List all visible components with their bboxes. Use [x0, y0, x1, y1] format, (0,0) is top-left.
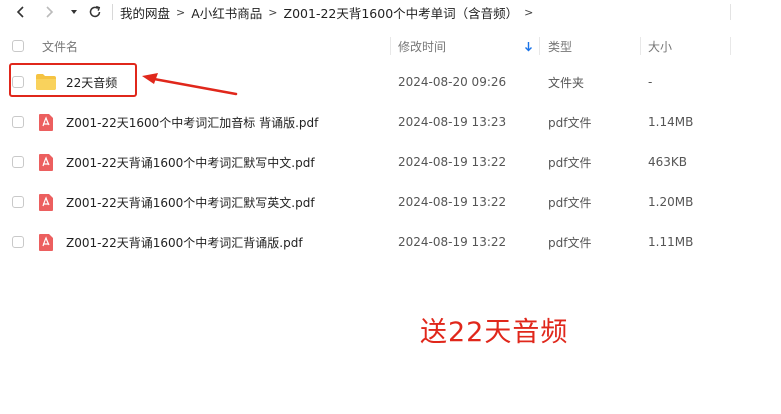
forward-button[interactable] [40, 3, 58, 21]
modified-date: 2024-08-19 13:22 [398, 195, 507, 209]
file-size: 463KB [648, 155, 688, 169]
annotation-arrow-icon [142, 73, 238, 96]
select-all-checkbox[interactable] [12, 32, 24, 60]
modified-date: 2024-08-19 13:22 [398, 155, 507, 169]
table-row[interactable]: Z001-22天背诵1600个中考词汇默写中文.pdf 2024-08-19 1… [0, 143, 781, 181]
header-modified[interactable]: 修改时间 [398, 32, 446, 60]
table-row[interactable]: Z001-22天背诵1600个中考词汇背诵版.pdf 2024-08-19 13… [0, 223, 781, 261]
file-type: pdf文件 [548, 195, 592, 210]
pdf-icon [38, 223, 54, 261]
file-size: 1.20MB [648, 195, 694, 209]
file-name[interactable]: Z001-22天背诵1600个中考词汇默写中文.pdf [66, 143, 315, 181]
file-size: 1.11MB [648, 235, 694, 249]
history-dropdown-button[interactable] [65, 3, 83, 21]
column-divider [640, 37, 641, 55]
back-button[interactable] [12, 3, 30, 21]
file-name[interactable]: Z001-22天1600个中考词汇加音标 背诵版.pdf [66, 103, 318, 141]
column-divider [390, 37, 391, 55]
chevron-right-icon: > [176, 5, 186, 19]
table-row[interactable]: Z001-22天背诵1600个中考词汇默写英文.pdf 2024-08-19 1… [0, 183, 781, 221]
pdf-icon [38, 183, 54, 221]
row-checkbox[interactable] [12, 143, 24, 181]
header-size[interactable]: 大小 [648, 32, 672, 60]
header-type[interactable]: 类型 [548, 32, 572, 60]
caret-down-icon [71, 10, 77, 14]
annotation-highlight-box [9, 63, 137, 97]
file-type: pdf文件 [548, 235, 592, 250]
table-header: 文件名 修改时间 类型 大小 [0, 32, 781, 60]
breadcrumb-item-folder[interactable]: A小红书商品 [191, 3, 262, 22]
file-name[interactable]: Z001-22天背诵1600个中考词汇默写英文.pdf [66, 183, 315, 221]
file-name[interactable]: Z001-22天背诵1600个中考词汇背诵版.pdf [66, 223, 303, 261]
file-type: pdf文件 [548, 155, 592, 170]
toolbar-divider [730, 4, 731, 20]
column-divider [539, 37, 540, 55]
file-size: 1.14MB [648, 115, 694, 129]
promo-annotation-text: 送22天音频 [420, 317, 569, 348]
breadcrumb-item-current[interactable]: Z001-22天背1600个中考单词（含音频） [284, 3, 519, 22]
pdf-icon [38, 143, 54, 181]
chevron-right-icon: > [268, 5, 278, 19]
breadcrumb: 我的网盘 > A小红书商品 > Z001-22天背1600个中考单词（含音频） … [120, 0, 539, 24]
column-divider [730, 37, 731, 55]
file-type: pdf文件 [548, 115, 592, 130]
file-size: - [648, 75, 653, 89]
sort-descending-icon[interactable] [524, 32, 533, 60]
refresh-icon [89, 5, 101, 18]
chevron-left-icon [16, 6, 24, 18]
header-name[interactable]: 文件名 [42, 32, 78, 60]
modified-date: 2024-08-19 13:23 [398, 115, 507, 129]
top-nav-bar: 我的网盘 > A小红书商品 > Z001-22天背1600个中考单词（含音频） … [0, 0, 781, 24]
chevron-right-icon [46, 6, 54, 18]
chevron-right-icon[interactable]: > [524, 6, 533, 19]
row-checkbox[interactable] [12, 183, 24, 221]
refresh-button[interactable] [86, 3, 104, 21]
pdf-icon [38, 103, 54, 141]
breadcrumb-item-my-drive[interactable]: 我的网盘 [120, 3, 170, 22]
file-type: 文件夹 [548, 75, 585, 90]
toolbar-divider [112, 4, 113, 20]
modified-date: 2024-08-19 13:22 [398, 235, 507, 249]
modified-date: 2024-08-20 09:26 [398, 75, 507, 89]
row-checkbox[interactable] [12, 103, 24, 141]
row-checkbox[interactable] [12, 223, 24, 261]
table-row[interactable]: Z001-22天1600个中考词汇加音标 背诵版.pdf 2024-08-19 … [0, 103, 781, 141]
